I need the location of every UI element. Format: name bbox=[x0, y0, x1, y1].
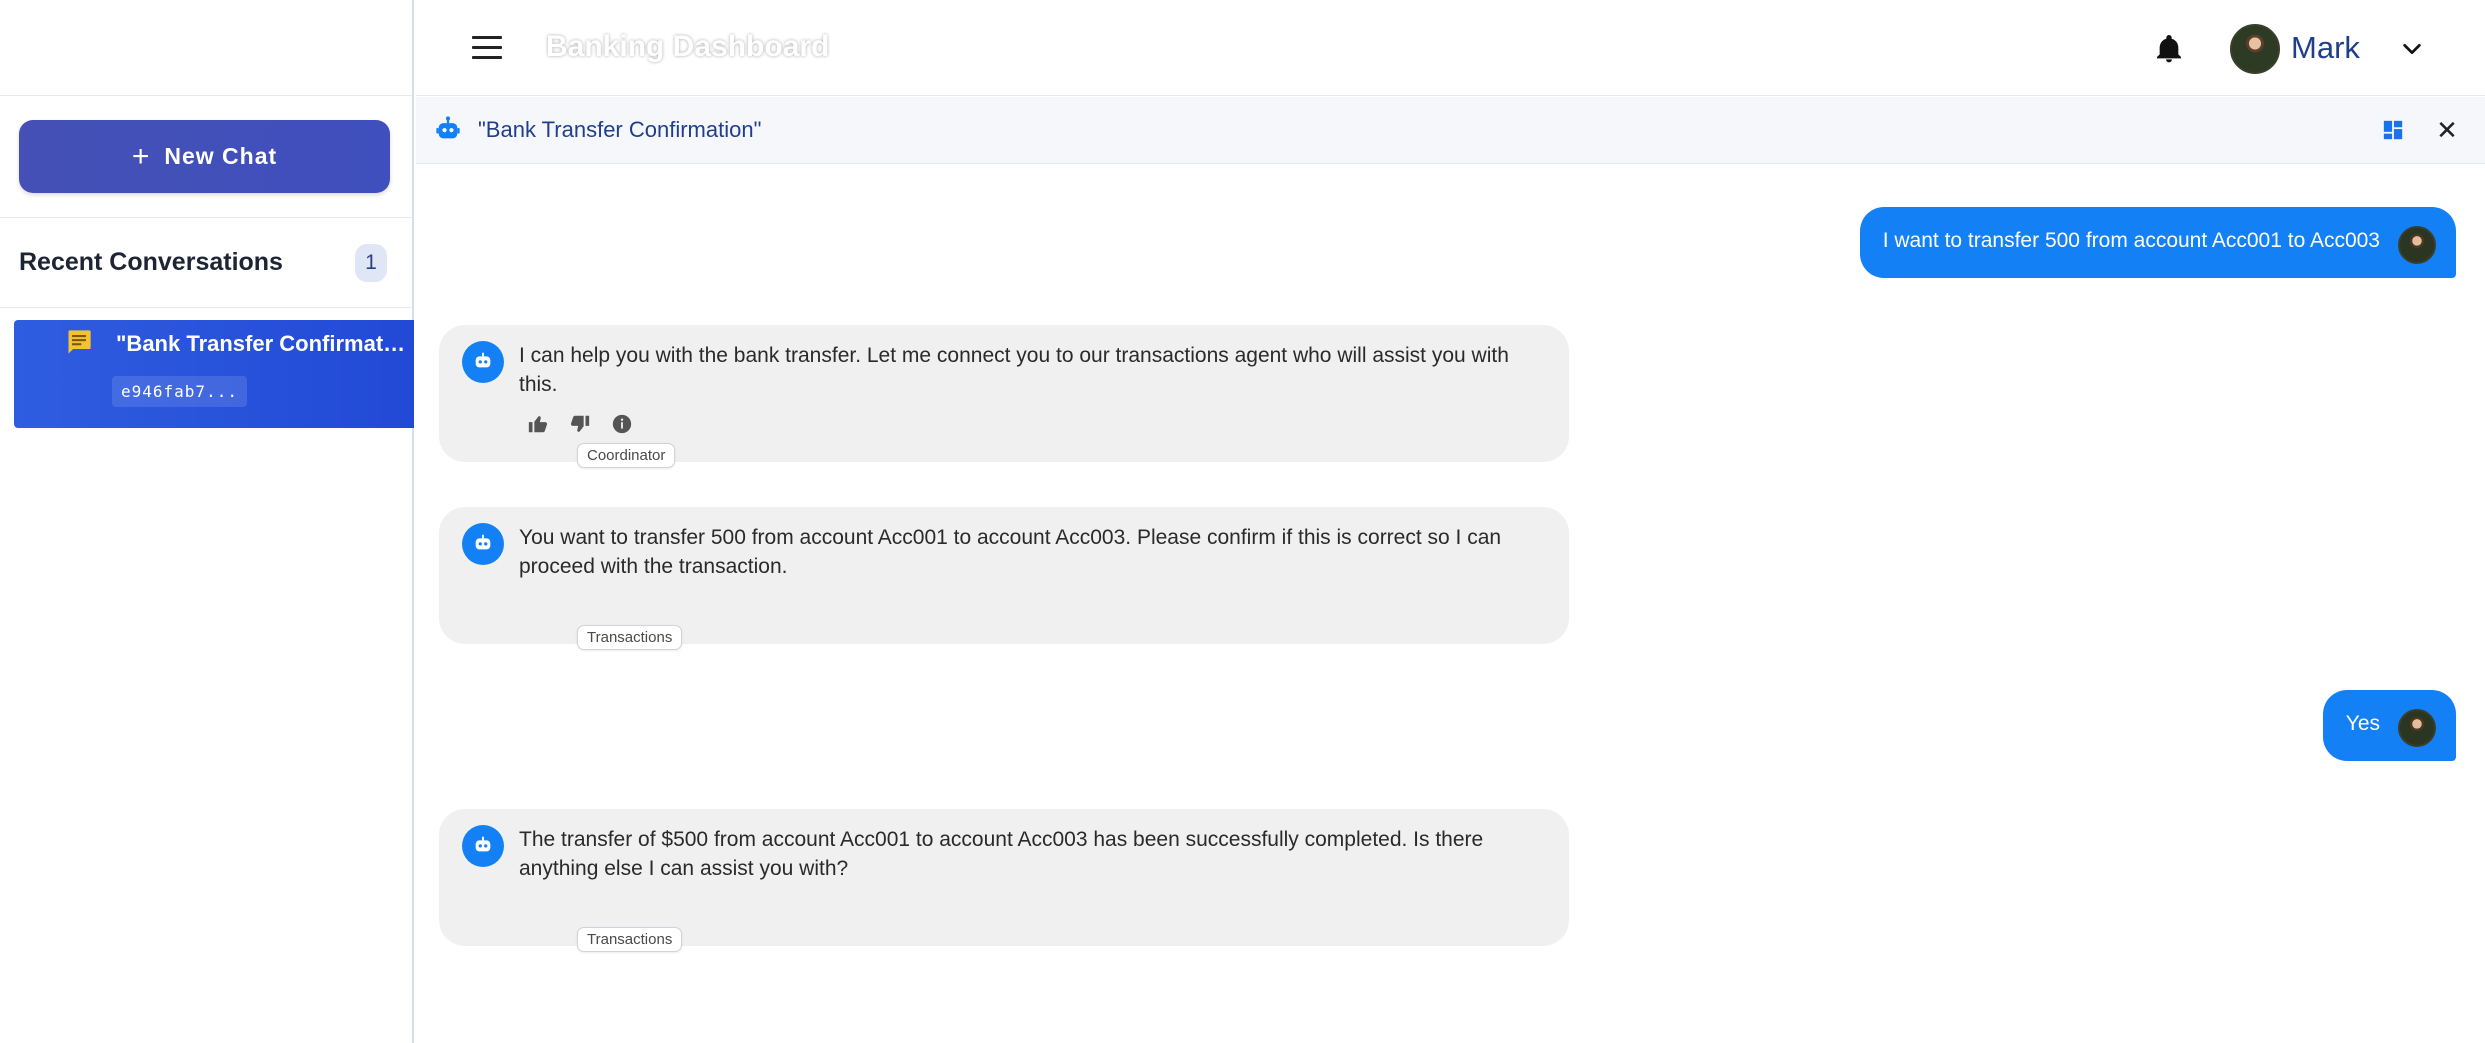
agent-tag: Transactions bbox=[577, 927, 683, 952]
chat-bubble-icon bbox=[68, 330, 91, 354]
new-chat-button[interactable]: + New Chat bbox=[19, 120, 390, 193]
thumbs-up-icon[interactable] bbox=[527, 413, 549, 435]
sidebar: + New Chat Recent Conversations 1 "Bank … bbox=[0, 0, 414, 1043]
user-message: Yes bbox=[2322, 690, 2456, 761]
conversation-item-active[interactable]: "Bank Transfer Confirmation" e946fab7... bbox=[14, 320, 414, 428]
conversation-title: "Bank Transfer Confirmation" bbox=[116, 331, 406, 356]
bot-message: I can help you with the bank transfer. L… bbox=[439, 325, 1569, 468]
top-header: Banking Dashboard Mark bbox=[416, 0, 2485, 96]
conversation-id: e946fab7... bbox=[112, 376, 247, 407]
bot-avatar bbox=[462, 523, 504, 565]
bot-message-text: I can help you with the bank transfer. L… bbox=[519, 344, 1509, 396]
bot-message-text: The transfer of $500 from account Acc001… bbox=[519, 828, 1484, 880]
plus-icon: + bbox=[131, 139, 151, 173]
info-icon[interactable] bbox=[611, 413, 633, 435]
agent-tag: Transactions bbox=[577, 625, 683, 650]
user-avatar[interactable] bbox=[2230, 24, 2280, 74]
agent-tag: Coordinator bbox=[577, 443, 676, 468]
chat-title: "Bank Transfer Confirmation" bbox=[478, 117, 762, 142]
feedback-actions bbox=[527, 413, 633, 435]
robot-icon bbox=[475, 534, 491, 550]
user-message-text: Yes bbox=[2345, 712, 2380, 735]
chat-title-bar: "Bank Transfer Confirmation" ✕ bbox=[416, 97, 2485, 164]
user-message: I want to transfer 500 from account Acc0… bbox=[1859, 207, 2456, 278]
conversation-count-badge: 1 bbox=[355, 243, 387, 282]
robot-icon bbox=[475, 836, 491, 852]
dashboard-icon[interactable] bbox=[2382, 119, 2404, 141]
robot-icon bbox=[436, 116, 460, 139]
app-title: Banking Dashboard bbox=[546, 30, 830, 63]
bot-avatar bbox=[462, 825, 504, 867]
recent-conversations-title: Recent Conversations bbox=[19, 248, 283, 276]
thumbs-down-icon[interactable] bbox=[569, 413, 591, 435]
robot-icon bbox=[475, 352, 491, 368]
recent-conversations-header: Recent Conversations 1 bbox=[0, 218, 412, 308]
chevron-down-icon[interactable] bbox=[2401, 38, 2423, 60]
user-name[interactable]: Mark bbox=[2291, 30, 2360, 66]
bot-message: The transfer of $500 from account Acc001… bbox=[439, 809, 1569, 952]
new-chat-section: + New Chat bbox=[0, 96, 412, 218]
bot-avatar bbox=[462, 341, 504, 383]
user-message-text: I want to transfer 500 from account Acc0… bbox=[1882, 229, 2380, 252]
bot-message: You want to transfer 500 from account Ac… bbox=[439, 507, 1569, 650]
user-message-avatar bbox=[2398, 226, 2436, 264]
bot-message-text: You want to transfer 500 from account Ac… bbox=[519, 526, 1502, 578]
user-message-avatar bbox=[2398, 709, 2436, 747]
close-icon[interactable]: ✕ bbox=[2434, 117, 2460, 143]
bell-icon[interactable] bbox=[2153, 32, 2185, 66]
sidebar-logo-area bbox=[0, 0, 412, 96]
hamburger-icon[interactable] bbox=[472, 36, 502, 60]
new-chat-label: New Chat bbox=[164, 143, 278, 169]
